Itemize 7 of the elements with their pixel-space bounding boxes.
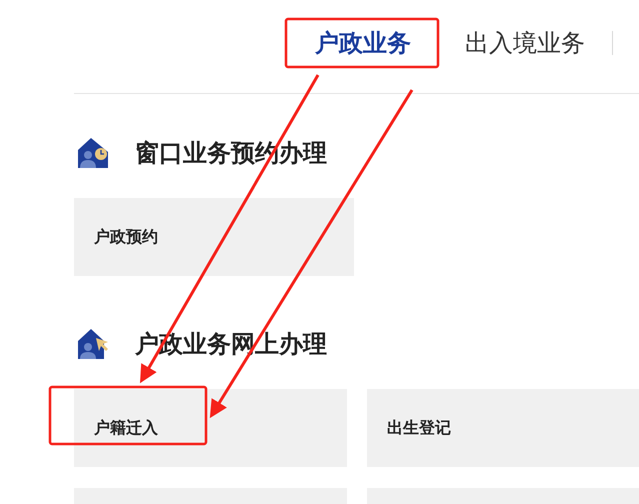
service-card[interactable]: 户籍迁入 (74, 389, 347, 467)
service-card[interactable]: 户政预约 (74, 198, 354, 276)
house-clock-icon (78, 138, 109, 168)
nav-tab[interactable]: 出入境业务 (465, 24, 585, 60)
house-cursor-icon (78, 328, 109, 360)
nav-tab[interactable]: 户政业务 (315, 24, 411, 60)
service-card[interactable]: 出生登记 (367, 389, 639, 467)
